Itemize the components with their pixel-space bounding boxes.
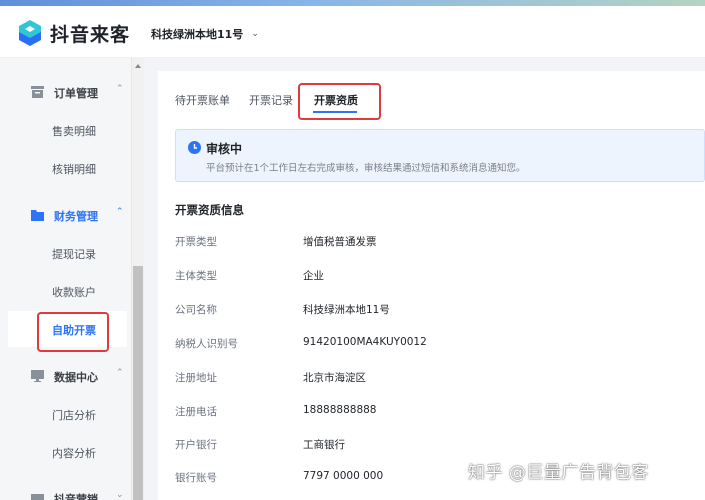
- field-label: 主体类型: [175, 270, 217, 282]
- shop-name: 科技绿洲本地11号: [151, 28, 244, 41]
- sidebar-item-label: 收款账户: [52, 286, 96, 299]
- sidebar-group-finance[interactable]: 财务管理 ⌃: [0, 197, 131, 233]
- data-icon: [31, 370, 44, 382]
- scrollbar-thumb[interactable]: [133, 266, 143, 500]
- field-label: 纳税人识别号: [175, 338, 238, 350]
- field-label: 银行账号: [175, 472, 217, 484]
- sidebar-item-payee-account[interactable]: 收款账户: [8, 273, 127, 309]
- field-row-registered-phone: 注册电话 18888888888: [175, 404, 695, 424]
- sidebar-scrollbar[interactable]: [131, 58, 144, 500]
- field-value: 企业: [303, 270, 324, 282]
- sidebar-group-label: 数据中心: [54, 371, 98, 384]
- order-icon: [31, 86, 44, 98]
- sidebar-item-label: 售卖明细: [52, 125, 96, 138]
- finance-folder-icon: [31, 210, 44, 221]
- sidebar-item-withdraw-records[interactable]: 提现记录: [8, 235, 127, 271]
- notice-title: 审核中: [206, 142, 243, 156]
- tab-pending-bills[interactable]: 待开票账单: [175, 92, 230, 108]
- notice-description: 平台预计在1个工作日左右完成审核，审核结果通过短信和系统消息通知您。: [206, 163, 526, 174]
- tab-invoice-qualification[interactable]: 开票资质: [314, 92, 358, 108]
- app-header: 抖音来客 科技绿洲本地11号 ⌄: [0, 6, 705, 58]
- chevron-down-icon: ⌄: [116, 490, 124, 500]
- clock-icon: [188, 141, 201, 154]
- main-content: 待开票账单 开票记录 开票资质 审核中 平台预计在1个工作日左右完成审核，审核结…: [158, 71, 705, 500]
- sidebar-item-content-analysis[interactable]: 内容分析: [8, 434, 127, 470]
- sidebar-item-label: 自助开票: [52, 324, 96, 337]
- laike-logo-icon: [19, 20, 41, 46]
- field-label: 开票类型: [175, 236, 217, 248]
- chevron-up-icon: ⌃: [116, 84, 124, 94]
- active-tab-indicator: [313, 111, 357, 113]
- field-value: 工商银行: [303, 439, 345, 451]
- chevron-up-icon: ⌃: [116, 207, 124, 217]
- field-row-invoice-type: 开票类型 增值税普通发票: [175, 234, 695, 254]
- review-status-notice: 审核中 平台预计在1个工作日左右完成审核，审核结果通过短信和系统消息通知您。: [175, 129, 705, 182]
- sidebar-item-label: 核销明细: [52, 163, 96, 176]
- scroll-up-arrow-icon[interactable]: [135, 64, 141, 68]
- field-label: 注册电话: [175, 406, 217, 418]
- field-row-company-name: 公司名称 科技绿洲本地11号: [175, 302, 695, 322]
- field-row-entity-type: 主体类型 企业: [175, 268, 695, 288]
- sidebar-group-label: 订单管理: [54, 87, 98, 100]
- app-logo[interactable]: 抖音来客: [16, 19, 130, 47]
- app-logo-text: 抖音来客: [50, 23, 131, 46]
- field-label: 注册地址: [175, 372, 217, 384]
- field-value: 增值税普通发票: [303, 236, 377, 248]
- sidebar-group-label: 抖音营销: [54, 493, 98, 500]
- sidebar-item-label: 门店分析: [52, 409, 96, 422]
- field-value: 科技绿洲本地11号: [303, 304, 390, 316]
- field-row-registered-address: 注册地址 北京市海淀区: [175, 370, 695, 390]
- sidebar-group-order[interactable]: 订单管理 ⌃: [0, 74, 131, 110]
- shop-switcher[interactable]: 科技绿洲本地11号 ⌄: [151, 26, 259, 42]
- field-value: 91420100MA4KUY0012: [303, 336, 427, 348]
- chevron-up-icon: ⌃: [116, 368, 124, 378]
- sidebar-item-label: 提现记录: [52, 248, 96, 261]
- field-value: 7797 0000 000: [303, 470, 384, 482]
- sidebar-group-label: 财务管理: [54, 210, 98, 223]
- sidebar-item-sales-detail[interactable]: 售卖明细: [8, 112, 127, 148]
- watermark-text: 知乎 @巨量广告背包客: [468, 463, 649, 483]
- chevron-down-icon: ⌄: [251, 29, 259, 39]
- field-label: 开户银行: [175, 439, 217, 451]
- sidebar-item-verify-detail[interactable]: 核销明细: [8, 150, 127, 186]
- field-value: 18888888888: [303, 404, 377, 416]
- field-row-bank: 开户银行 工商银行: [175, 437, 695, 457]
- sidebar-group-marketing[interactable]: 抖音营销 ⌄: [0, 480, 131, 500]
- sidebar-item-self-invoice[interactable]: 自助开票: [8, 311, 127, 347]
- tab-invoice-records[interactable]: 开票记录: [249, 92, 293, 108]
- field-label: 公司名称: [175, 304, 217, 316]
- marketing-icon: [31, 494, 44, 500]
- main-layout: 订单管理 ⌃ 售卖明细 核销明细 财务管理 ⌃ 提现记录 收款账户 自助开票 数…: [0, 58, 705, 500]
- field-row-tax-id: 纳税人识别号 91420100MA4KUY0012: [175, 336, 695, 356]
- sidebar-item-label: 内容分析: [52, 447, 96, 460]
- section-title: 开票资质信息: [175, 203, 244, 217]
- sidebar-group-data[interactable]: 数据中心 ⌃: [0, 358, 131, 394]
- sidebar-nav: 订单管理 ⌃ 售卖明细 核销明细 财务管理 ⌃ 提现记录 收款账户 自助开票 数…: [0, 58, 131, 500]
- field-value: 北京市海淀区: [303, 372, 366, 384]
- sidebar-item-store-analysis[interactable]: 门店分析: [8, 396, 127, 432]
